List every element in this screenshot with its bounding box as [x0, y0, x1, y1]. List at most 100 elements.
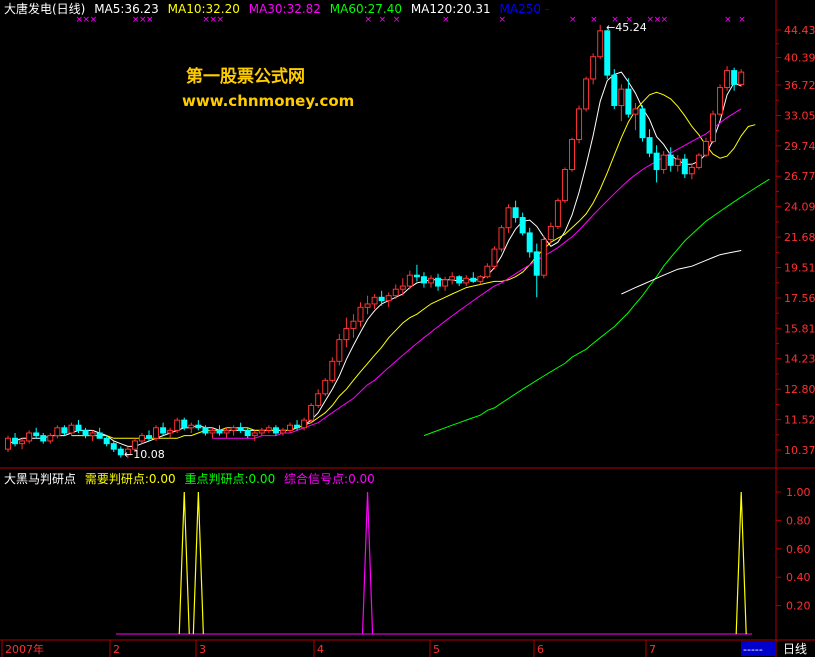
- candle-up: [597, 30, 604, 58]
- indicator-need-label: 需要判研点:0.00: [85, 472, 176, 486]
- candle-up: [590, 56, 597, 80]
- watermark-title: 第一股票公式网: [186, 66, 305, 87]
- period-button[interactable]: 日线: [783, 642, 807, 656]
- signal-star: ×: [569, 15, 577, 25]
- candle-up: [547, 225, 554, 241]
- indicator-combined-label: 综合信号点:0.00: [284, 471, 375, 486]
- candle-up: [583, 78, 590, 110]
- candle-down: [420, 276, 427, 284]
- indicator-header: 大黑马判研点 需要判研点:0.00 重点判研点:0.00 综合信号点:0.00: [4, 471, 375, 486]
- price-tick-label: 19.51: [784, 262, 815, 275]
- candle-up: [153, 427, 160, 439]
- stock-chart[interactable]: 44.43 40.39 36.72 33.05 29.74 26.77 24.09 21.68…: [0, 0, 815, 657]
- candle-up: [442, 279, 449, 287]
- ma30-label: MA30:32.82: [249, 2, 321, 16]
- candle-down: [61, 427, 68, 434]
- candle-up: [336, 339, 343, 362]
- candle-up: [223, 429, 230, 434]
- candle-up: [505, 207, 512, 229]
- candle-up: [287, 424, 293, 431]
- candle-up: [561, 169, 568, 202]
- indicator-key-label: 重点判研点:0.00: [184, 472, 275, 486]
- candle-up: [265, 427, 272, 431]
- candle-down: [216, 429, 223, 434]
- candle-up: [484, 265, 491, 278]
- candle-up: [371, 296, 378, 305]
- candle-up: [357, 306, 364, 322]
- indicator-title: 大黑马判研点: [4, 472, 76, 486]
- candle-up: [498, 227, 505, 250]
- price-tick-label: 40.39: [784, 52, 815, 65]
- signal-tick-label: 1.00: [786, 486, 811, 499]
- candle-down: [33, 432, 40, 437]
- candle-up: [26, 432, 33, 442]
- signal-star: ×: [499, 15, 507, 25]
- candle-down: [413, 274, 420, 278]
- candle-up: [695, 154, 702, 168]
- signal-star: ×: [217, 15, 225, 25]
- candle-up: [491, 248, 498, 267]
- signal-star: ×: [661, 15, 669, 25]
- candle-up: [322, 379, 329, 395]
- high-annotation: ←45.24: [606, 21, 647, 34]
- candle-up: [569, 139, 575, 171]
- signal-star: ×: [146, 15, 154, 25]
- candle-up: [710, 113, 716, 142]
- candle-down: [625, 88, 632, 115]
- candle-up: [279, 429, 286, 434]
- ma120-label: MA120:20.31: [411, 2, 491, 16]
- candle-down: [96, 432, 103, 439]
- candle-down: [435, 277, 442, 287]
- candle-up: [717, 87, 724, 115]
- signal-tick-label: 0.20: [786, 600, 811, 613]
- price-tick-label: 26.77: [784, 170, 815, 183]
- candle-up: [230, 427, 237, 431]
- candle-down: [237, 427, 244, 431]
- watermark-url: www.chnmoney.com: [182, 92, 354, 110]
- candle-up: [632, 108, 639, 115]
- candle-up: [364, 303, 371, 308]
- price-tick-label: 14.23: [784, 353, 815, 366]
- candle-up: [350, 320, 357, 329]
- candle-up: [308, 404, 315, 421]
- candle-down: [82, 429, 89, 437]
- signal-star: ×: [365, 15, 373, 25]
- price-tick-label: 24.09: [784, 201, 815, 214]
- candle-up: [167, 429, 174, 434]
- ma250-label: MA250 -: [500, 2, 550, 16]
- time-tick-label: 4: [317, 643, 324, 656]
- price-tick-label: 44.43: [784, 24, 815, 37]
- signal-star: ×: [379, 15, 387, 25]
- ma10-label: MA10:32.20: [168, 2, 240, 16]
- candle-down: [146, 435, 152, 439]
- candle-up: [576, 108, 583, 141]
- candle-down: [181, 419, 188, 429]
- price-tick-label: 11.52: [784, 414, 815, 427]
- candle-down: [526, 232, 533, 253]
- candle-up: [54, 427, 61, 437]
- price-tick-label: 15.81: [784, 322, 815, 335]
- candle-up: [738, 71, 745, 85]
- signal-star: ×: [590, 15, 598, 25]
- candle-down: [202, 427, 209, 434]
- price-tick-label: 21.68: [784, 231, 815, 244]
- candle-up: [5, 437, 11, 450]
- candle-up: [399, 285, 406, 290]
- signal-star: ×: [442, 15, 450, 25]
- candle-up: [392, 288, 399, 297]
- candle-up: [463, 277, 470, 284]
- candle-down: [195, 424, 202, 429]
- candle-down: [117, 448, 124, 456]
- time-tick-label: 2007年: [5, 642, 44, 656]
- candle-up: [428, 277, 434, 284]
- signal-star: ×: [393, 15, 401, 25]
- time-tick-label: 3: [199, 643, 206, 656]
- candle-down: [470, 277, 477, 282]
- candle-down: [160, 427, 167, 434]
- signal-star: ×: [738, 15, 746, 25]
- candle-up: [554, 200, 561, 227]
- signal-tick-label: 0.80: [786, 514, 811, 527]
- candle-up: [540, 239, 547, 276]
- candle-up: [688, 166, 695, 175]
- indicator-button-label: -----: [743, 643, 763, 656]
